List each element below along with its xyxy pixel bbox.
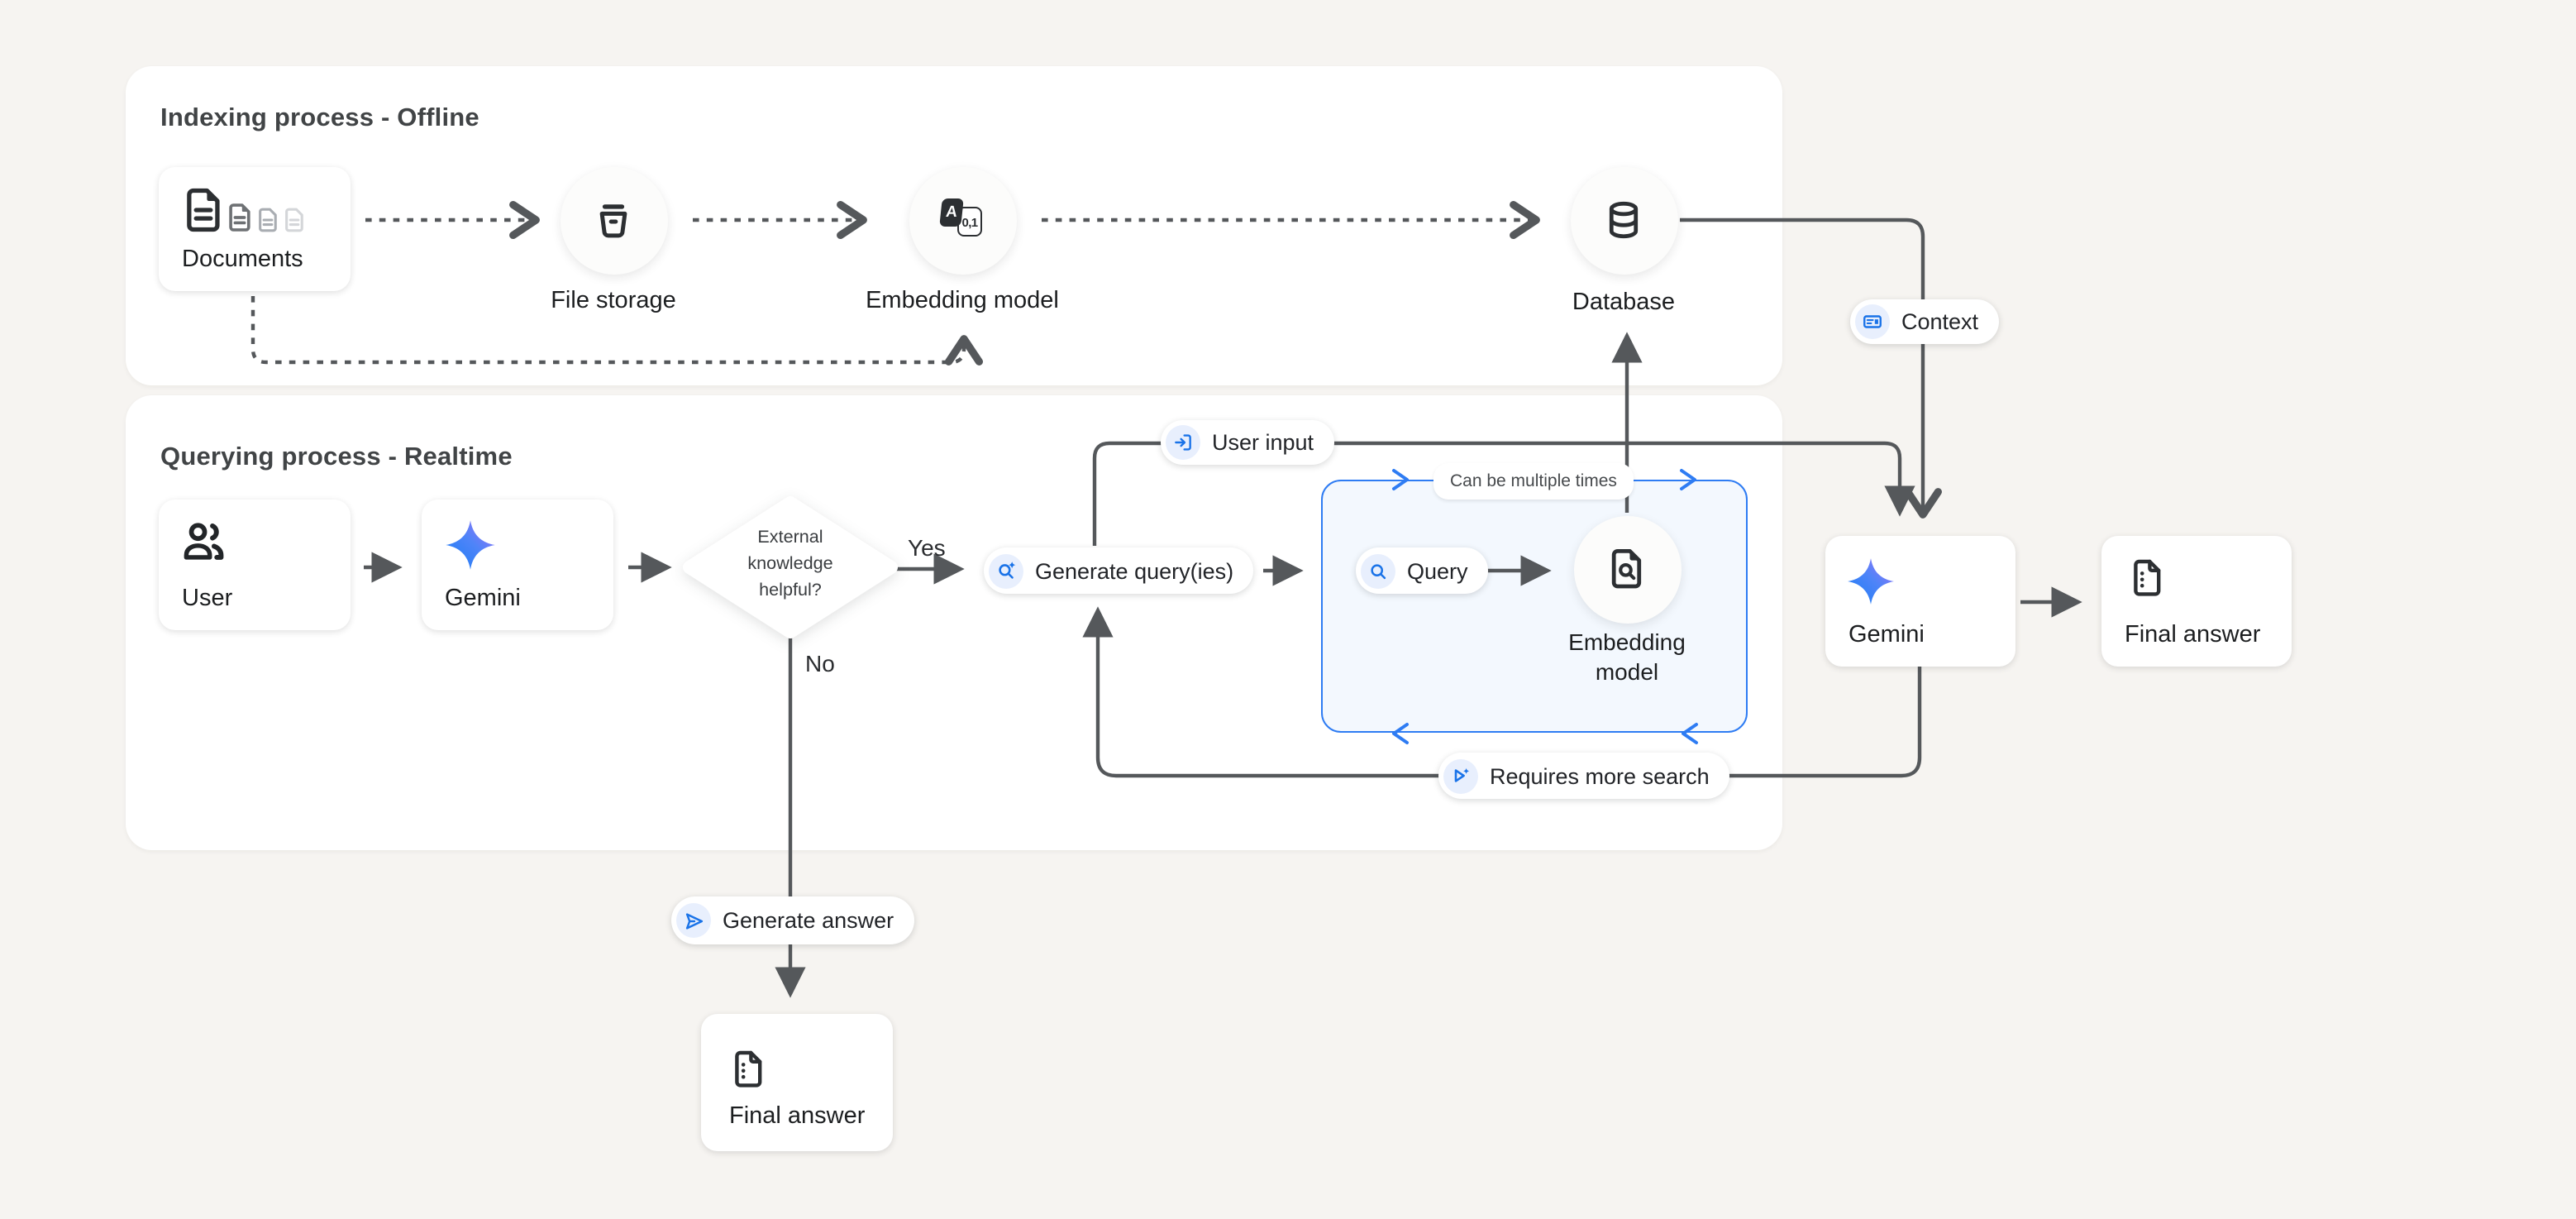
user-card: User <box>159 500 351 630</box>
user-icon <box>180 521 231 564</box>
documents-icon <box>185 187 304 233</box>
file-storage-label: File storage <box>531 288 696 314</box>
query-label: Query <box>1407 558 1468 583</box>
database-label: Database <box>1541 289 1706 316</box>
user-label: User <box>182 586 232 612</box>
generate-queries-pill: Generate query(ies) <box>984 547 1253 594</box>
final-answer-bottom-card: Final answer <box>701 1014 893 1151</box>
diagram-canvas: Indexing process - Offline Querying proc… <box>0 0 2576 1219</box>
final-answer-right-card: Final answer <box>2101 536 2292 667</box>
gemini-answer-card: Gemini <box>1825 536 2015 667</box>
documents-card: Documents <box>159 167 351 291</box>
query-pill: Query <box>1356 547 1488 594</box>
final-answer-bottom-label: Final answer <box>729 1103 865 1130</box>
embedding-icon-letter: A <box>939 198 964 227</box>
input-icon <box>1166 425 1200 460</box>
document-search-icon <box>1605 547 1648 590</box>
gemini-answer-label: Gemini <box>1849 622 1925 648</box>
play-sparkle-icon <box>1443 758 1478 793</box>
no-label: No <box>805 650 835 676</box>
generate-answer-pill: Generate answer <box>671 896 914 944</box>
embedding-model-realtime-node <box>1573 515 1681 623</box>
querying-panel-title: Querying process - Realtime <box>160 443 513 473</box>
documents-label: Documents <box>182 246 303 273</box>
indexing-panel-title: Indexing process - Offline <box>160 104 479 134</box>
document-copy-icon <box>228 202 251 233</box>
context-pill: Context <box>1850 299 1998 344</box>
context-pill-label: Context <box>1901 309 1978 334</box>
file-storage-node <box>560 166 667 274</box>
embedding-model-realtime-label: Embedding model <box>1553 629 1701 686</box>
user-input-label: User input <box>1212 430 1314 455</box>
database-icon <box>1602 198 1645 241</box>
can-be-multiple-times-tag: Can be multiple times <box>1433 463 1634 500</box>
embedding-model-offline-label: Embedding model <box>863 288 1061 314</box>
search-icon <box>1361 553 1395 588</box>
embedding-model-offline-node: 0,1 A <box>909 166 1016 274</box>
context-icon <box>1855 304 1890 339</box>
retrieval-loop-box <box>1321 480 1748 733</box>
database-node <box>1570 166 1677 274</box>
generate-queries-label: Generate query(ies) <box>1035 558 1233 583</box>
user-input-pill: User input <box>1161 420 1333 465</box>
final-answer-right-label: Final answer <box>2125 622 2260 648</box>
embedding-model-icon: 0,1 A <box>939 198 985 241</box>
gemini-query-label: Gemini <box>445 586 521 612</box>
gemini-icon <box>1845 556 1896 607</box>
requires-more-search-pill: Requires more search <box>1438 753 1729 799</box>
generate-answer-label: Generate answer <box>723 908 894 933</box>
article-icon <box>2128 556 2168 600</box>
yes-label: Yes <box>908 534 946 561</box>
document-copy-icon <box>284 207 304 233</box>
article-icon <box>729 1047 769 1092</box>
bucket-icon <box>592 198 635 241</box>
decision-label: External knowledge helpful? <box>732 524 848 604</box>
send-icon <box>676 903 711 938</box>
gemini-query-card: Gemini <box>422 500 613 630</box>
requires-more-search-label: Requires more search <box>1490 763 1710 788</box>
document-copy-icon <box>258 207 278 233</box>
gemini-icon <box>443 518 498 572</box>
search-sparkle-icon <box>989 553 1023 588</box>
